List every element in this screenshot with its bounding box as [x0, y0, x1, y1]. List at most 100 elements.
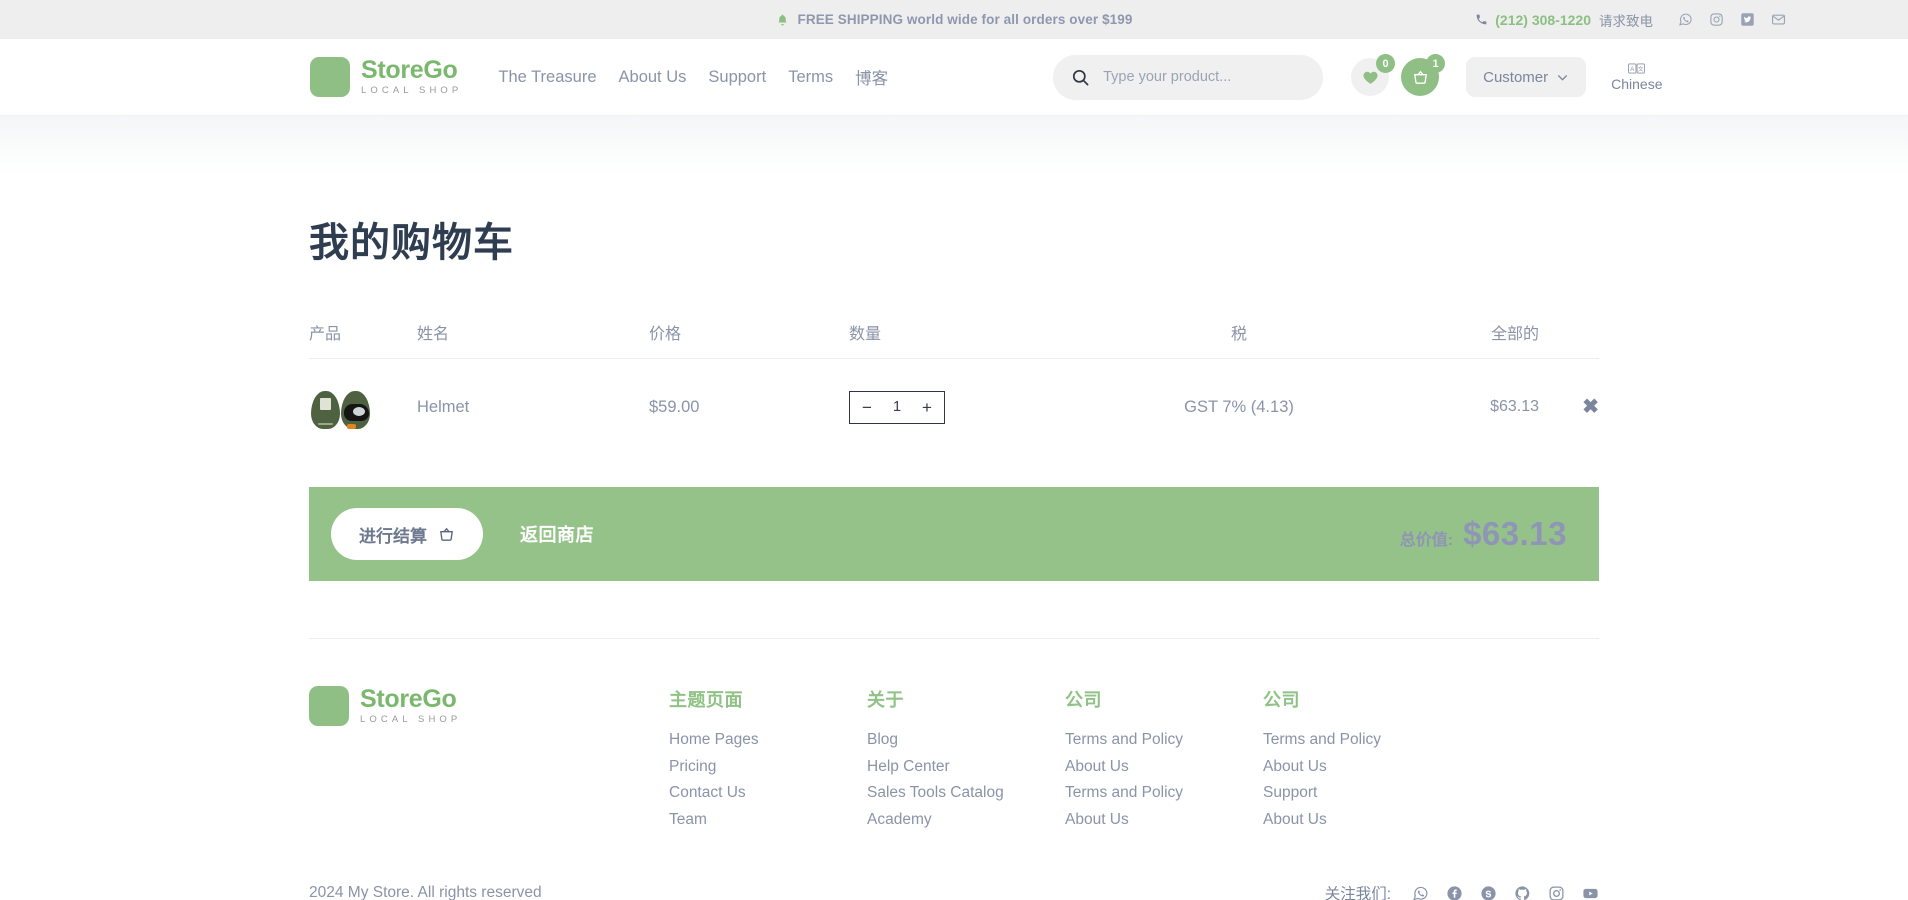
- quantity-increment-button[interactable]: +: [922, 399, 932, 416]
- phone-request-label: 请求致电: [1599, 10, 1653, 30]
- footer-column-heading: 关于: [867, 686, 1065, 712]
- basket-icon: [438, 526, 455, 543]
- whatsapp-icon[interactable]: [1678, 12, 1693, 27]
- column-header-tax: 税: [1089, 320, 1389, 344]
- nav-item-support[interactable]: Support: [708, 68, 766, 87]
- remove-item-button[interactable]: ✖: [1582, 397, 1599, 417]
- search-input[interactable]: [1103, 69, 1305, 85]
- column-header-quantity: 数量: [849, 320, 1089, 344]
- footer-column-about: 关于 Blog Help Center Sales Tools Catalog …: [867, 686, 1065, 837]
- twitter-icon[interactable]: [1740, 12, 1755, 27]
- cart-count-badge: 1: [1426, 54, 1445, 73]
- quantity-stepper[interactable]: − 1 +: [849, 391, 945, 424]
- search-icon: [1071, 68, 1090, 87]
- instagram-icon[interactable]: [1548, 885, 1565, 900]
- footer-link-about-us-4[interactable]: About Us: [1263, 811, 1381, 829]
- facebook-icon[interactable]: [1446, 885, 1463, 900]
- footer-link-pricing[interactable]: Pricing: [669, 758, 867, 776]
- svg-text:文: 文: [1638, 64, 1644, 72]
- column-header-total: 全部的: [1389, 320, 1539, 344]
- account-label: Customer: [1483, 69, 1548, 86]
- follow-us-label: 关注我们:: [1325, 882, 1391, 900]
- nav-item-the-treasure[interactable]: The Treasure: [498, 68, 596, 87]
- product-tax: GST 7% (4.13): [1089, 398, 1389, 417]
- search-bar[interactable]: [1053, 55, 1323, 100]
- footer-link-terms-and-policy-2[interactable]: Terms and Policy: [1065, 784, 1263, 802]
- footer-logo-tagline: LOCAL SHOP: [360, 715, 461, 725]
- mail-icon[interactable]: [1771, 12, 1786, 27]
- main-navigation: The Treasure About Us Support Terms 博客: [498, 65, 888, 89]
- footer-link-home-pages[interactable]: Home Pages: [669, 731, 867, 749]
- site-header: StoreGo LOCAL SHOP The Treasure About Us…: [0, 39, 1908, 116]
- phone-icon: [1475, 13, 1488, 26]
- site-logo[interactable]: StoreGo LOCAL SHOP: [310, 57, 462, 97]
- product-row-total: $63.13: [1389, 398, 1539, 416]
- announcement-social-links: [1678, 12, 1786, 27]
- helmet-thumbnail[interactable]: [309, 385, 371, 429]
- footer-link-about-us-3[interactable]: About Us: [1263, 758, 1381, 776]
- header-actions: 0 1 Customer A文 Chinese: [1351, 57, 1662, 97]
- column-header-price: 价格: [649, 320, 849, 344]
- announcement-contact: (212) 308-1220 请求致电: [1475, 10, 1786, 30]
- grand-total: 总价值: $63.13: [1400, 515, 1577, 553]
- account-dropdown[interactable]: Customer: [1466, 57, 1586, 97]
- logo-tagline: LOCAL SHOP: [361, 86, 462, 96]
- footer-column-heading: 主题页面: [669, 686, 867, 712]
- wishlist-count-badge: 0: [1376, 54, 1395, 73]
- column-header-product: 产品: [309, 320, 417, 344]
- cart-table: 产品 姓名 价格 数量 税 全部的 Helmet: [309, 320, 1599, 455]
- grand-total-value: $63.13: [1463, 515, 1567, 553]
- logo-mark-icon: [309, 686, 349, 726]
- footer-link-terms-and-policy-3[interactable]: Terms and Policy: [1263, 731, 1381, 749]
- quantity-decrement-button[interactable]: −: [862, 399, 872, 416]
- checkout-bar: 进行结算 返回商店 总价值: $63.13: [309, 487, 1599, 581]
- wishlist-button[interactable]: 0: [1351, 58, 1389, 96]
- proceed-to-checkout-button[interactable]: 进行结算: [331, 508, 483, 560]
- grand-total-label: 总价值:: [1400, 526, 1453, 550]
- github-icon[interactable]: [1514, 885, 1531, 900]
- footer-column-company-2: 公司 Terms and Policy About Us Support Abo…: [1263, 686, 1381, 837]
- footer-social-links: 关注我们:: [1325, 882, 1599, 900]
- footer-link-blog[interactable]: Blog: [867, 731, 1065, 749]
- hero-gradient-strip: [0, 116, 1908, 176]
- logo-name: StoreGo: [361, 58, 462, 83]
- footer-logo-name: StoreGo: [360, 687, 461, 712]
- youtube-icon[interactable]: [1582, 885, 1599, 900]
- footer-link-about-us[interactable]: About Us: [1065, 758, 1263, 776]
- footer-link-sales-tools-catalog[interactable]: Sales Tools Catalog: [867, 784, 1065, 802]
- footer-bottom-bar: 2024 My Store. All rights reserved 关注我们:: [309, 882, 1599, 900]
- footer-link-support[interactable]: Support: [1263, 784, 1381, 802]
- table-row: Helmet $59.00 − 1 + GST 7% (4.13) $63.13…: [309, 359, 1599, 455]
- footer-link-terms-and-policy[interactable]: Terms and Policy: [1065, 731, 1263, 749]
- footer-logo[interactable]: StoreGo LOCAL SHOP: [309, 686, 669, 726]
- footer-column-company-1: 公司 Terms and Policy About Us Terms and P…: [1065, 686, 1263, 837]
- checkout-button-label: 进行结算: [359, 522, 427, 547]
- footer-column-theme-pages: 主题页面 Home Pages Pricing Contact Us Team: [669, 686, 867, 837]
- cart-table-header: 产品 姓名 价格 数量 税 全部的: [309, 320, 1599, 359]
- nav-item-about-us[interactable]: About Us: [619, 68, 687, 87]
- product-name-link[interactable]: Helmet: [417, 398, 469, 416]
- language-label: Chinese: [1611, 76, 1662, 92]
- product-thumbnail-cell: [309, 385, 417, 429]
- skype-icon[interactable]: [1480, 885, 1497, 900]
- nav-item-blog[interactable]: 博客: [855, 65, 888, 89]
- announcement-bar: FREE SHIPPING world wide for all orders …: [0, 0, 1908, 39]
- whatsapp-icon[interactable]: [1412, 885, 1429, 900]
- footer-link-about-us-2[interactable]: About Us: [1065, 811, 1263, 829]
- quantity-value: 1: [893, 399, 901, 415]
- instagram-icon[interactable]: [1709, 12, 1724, 27]
- footer-link-help-center[interactable]: Help Center: [867, 758, 1065, 776]
- chevron-down-icon: [1556, 71, 1569, 84]
- back-to-shop-link[interactable]: 返回商店: [520, 521, 594, 547]
- language-selector[interactable]: A文 Chinese: [1611, 63, 1662, 92]
- phone-number[interactable]: (212) 308-1220: [1495, 12, 1591, 28]
- column-header-name: 姓名: [417, 320, 649, 344]
- cart-button[interactable]: 1: [1401, 58, 1439, 96]
- nav-item-terms[interactable]: Terms: [788, 68, 833, 87]
- footer-link-academy[interactable]: Academy: [867, 811, 1065, 829]
- copyright-text: 2024 My Store. All rights reserved: [309, 884, 542, 900]
- footer-link-team[interactable]: Team: [669, 811, 867, 829]
- footer-link-contact-us[interactable]: Contact Us: [669, 784, 867, 802]
- product-price: $59.00: [649, 398, 849, 417]
- cart-page: 我的购物车 产品 姓名 价格 数量 税 全部的: [309, 210, 1599, 581]
